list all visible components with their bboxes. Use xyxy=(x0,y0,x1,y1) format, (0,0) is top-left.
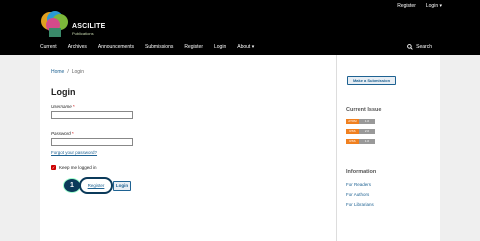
information-heading: Information xyxy=(346,169,377,175)
logo-name: ASCILITE xyxy=(72,23,106,30)
breadcrumb-home[interactable]: Home xyxy=(51,69,64,75)
keep-logged-in[interactable]: ✓ Keep me logged in xyxy=(51,165,97,170)
keep-logged-in-label: Keep me logged in xyxy=(59,165,97,170)
username-field[interactable] xyxy=(51,111,133,119)
badge-right: 1.0 xyxy=(359,139,375,144)
nav-submissions[interactable]: Submissions xyxy=(145,44,173,50)
breadcrumb-separator: / xyxy=(67,69,69,75)
username-label: Username * xyxy=(51,104,75,109)
search-icon xyxy=(407,44,413,50)
badge-left: RSS xyxy=(346,139,359,144)
register-link[interactable]: Register xyxy=(397,3,416,9)
required-mark: * xyxy=(72,131,74,136)
password-label-text: Password xyxy=(51,131,71,136)
sidebar-divider xyxy=(336,55,337,241)
rss2-feed-badge[interactable]: RSS 2.0 xyxy=(346,129,375,134)
badge-right: 1.0 xyxy=(359,119,375,124)
keep-logged-in-checkbox[interactable]: ✓ xyxy=(51,165,56,170)
nav-announcements[interactable]: Announcements xyxy=(98,44,134,50)
search-label: Search xyxy=(416,44,432,50)
make-submission-button[interactable]: Make a Submission xyxy=(347,76,396,85)
breadcrumb-current: Login xyxy=(71,69,84,75)
logo-subtitle: Publications xyxy=(72,31,94,36)
password-label: Password * xyxy=(51,131,74,136)
site-header: Register Login ▾ ASCILITE Publications C… xyxy=(0,0,480,55)
nav-current[interactable]: Current xyxy=(40,44,57,50)
badge-left: RSS xyxy=(346,129,359,134)
required-mark: * xyxy=(73,104,75,109)
nav-archives[interactable]: Archives xyxy=(68,44,87,50)
badge-right: 2.0 xyxy=(359,129,375,134)
for-librarians-link[interactable]: For Librarians xyxy=(346,202,374,207)
site-logo[interactable]: ASCILITE Publications xyxy=(40,8,110,38)
page-content: Home / Login Login Username * Password *… xyxy=(40,55,440,241)
current-issue-heading: Current Issue xyxy=(346,107,382,113)
nav-register[interactable]: Register xyxy=(184,44,203,50)
main-nav: Current Archives Announcements Submissio… xyxy=(40,44,265,50)
nav-login[interactable]: Login xyxy=(214,44,226,50)
nav-about[interactable]: About ▾ xyxy=(237,44,254,50)
for-readers-link[interactable]: For Readers xyxy=(346,182,371,187)
login-menu[interactable]: Login ▾ xyxy=(426,3,442,9)
for-authors-link[interactable]: For Authors xyxy=(346,192,369,197)
search-button[interactable]: Search xyxy=(407,44,432,50)
password-field[interactable] xyxy=(51,138,133,146)
atom-feed-badge[interactable]: ATOM 1.0 xyxy=(346,119,375,124)
user-nav: Register Login ▾ xyxy=(397,3,442,9)
logo-heads-icon xyxy=(41,11,68,37)
rss1-feed-badge[interactable]: RSS 1.0 xyxy=(346,139,375,144)
badge-left: ATOM xyxy=(346,119,359,124)
register-link-form[interactable]: Register xyxy=(88,183,105,188)
breadcrumb: Home / Login xyxy=(51,69,84,75)
login-button[interactable]: Login xyxy=(113,181,131,191)
register-highlight: Register xyxy=(79,177,113,194)
page-title: Login xyxy=(51,87,76,97)
forgot-password-link[interactable]: Forgot your password? xyxy=(51,150,97,155)
username-label-text: Username xyxy=(51,104,72,109)
